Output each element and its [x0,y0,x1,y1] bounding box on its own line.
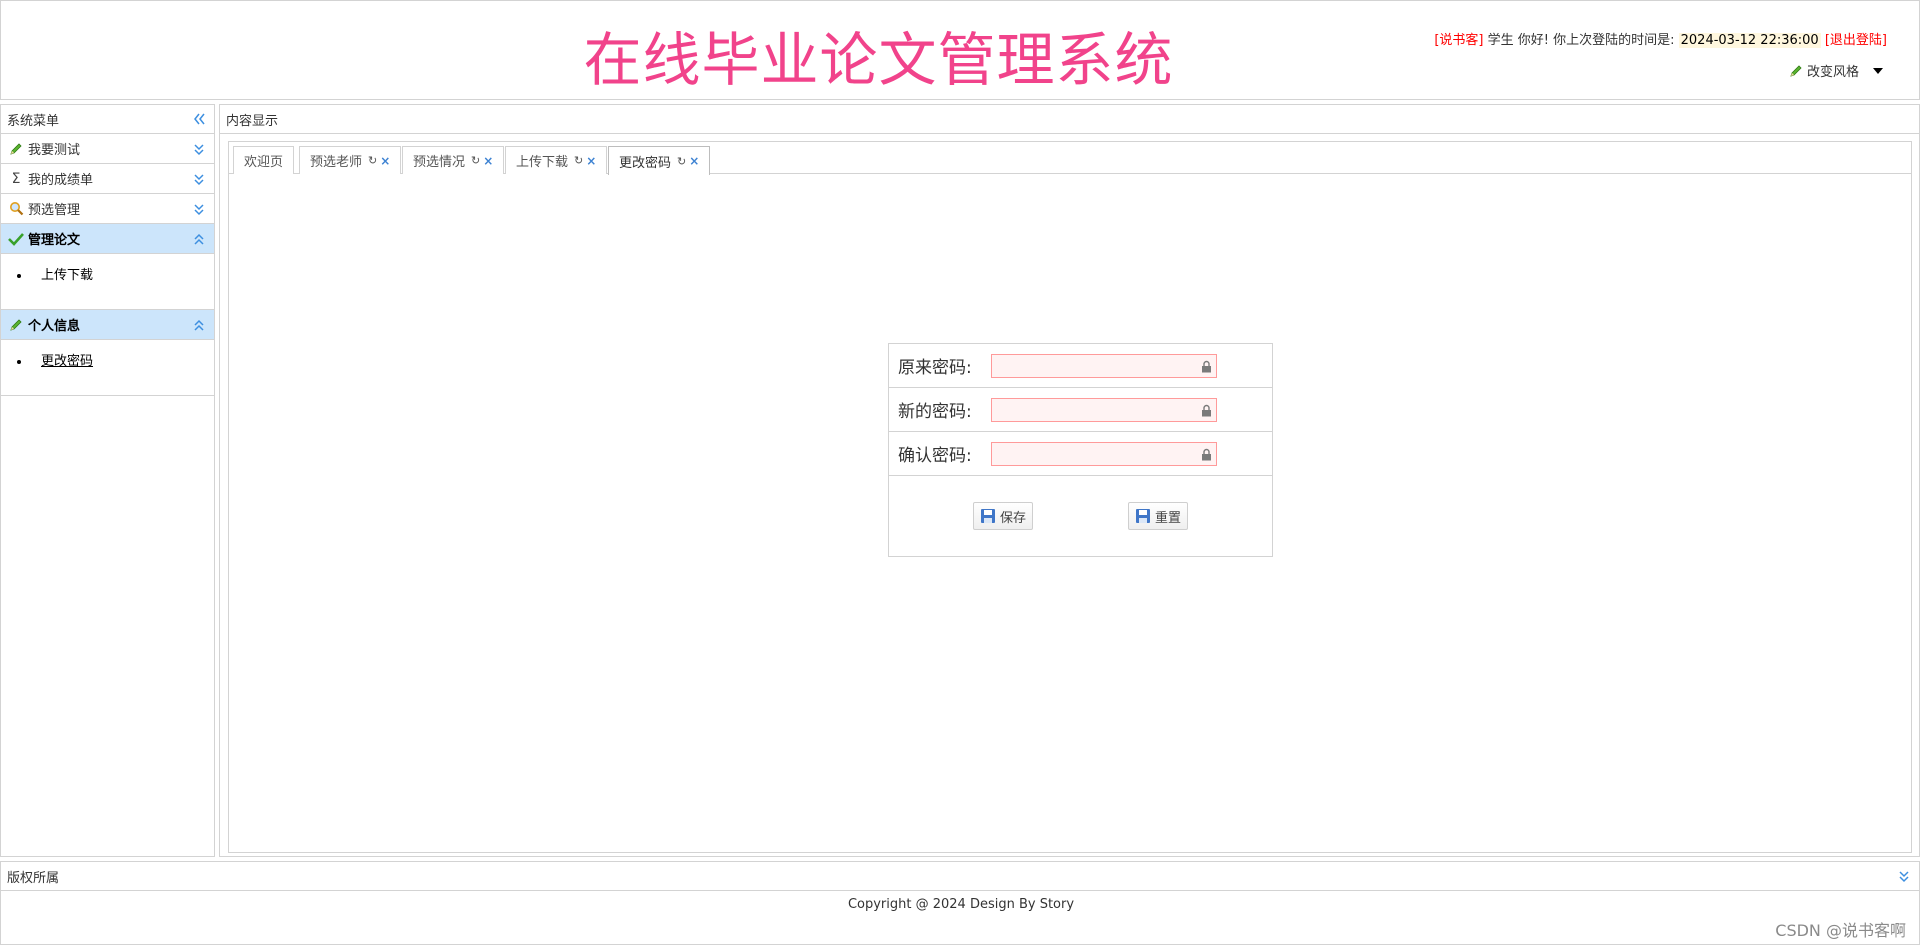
old-password-row: 原来密码: [889,344,1272,388]
header: 在线毕业论文管理系统 [说书客] 学生 你好! 你上次登陆的时间是: 2024-… [0,0,1920,100]
sidebar-item-test[interactable]: 我要测试 [1,134,214,164]
sigma-icon: Σ [11,170,21,187]
tab-preselect-status[interactable]: 预选情况 ↻ × [402,146,505,174]
collapse-up-icon[interactable] [192,317,206,333]
sidebar-item-label: 我的成绩单 [28,173,94,188]
refresh-icon[interactable]: ↻ [471,154,480,167]
last-login-time: 2024-03-12 22:36:00 [1678,33,1821,48]
refresh-icon[interactable]: ↻ [677,155,686,168]
copyright-text: Copyright @ 2024 Design By Story [847,897,1075,912]
floppy-icon [980,509,995,523]
close-icon[interactable]: × [483,154,493,168]
system-title: 在线毕业论文管理系统 [583,26,1174,94]
footer: 版权所属 Copyright @ 2024 Design By Story [0,861,1920,945]
submenu-item-upload[interactable]: 上传下载 [31,266,214,312]
sidebar-header: 系统菜单 [1,105,214,134]
submenu-link[interactable]: 上传下载 [41,268,93,283]
old-password-label: 原来密码: [898,358,972,378]
sidebar-item-thesis[interactable]: 管理论文 [1,224,214,254]
sidebar-title: 系统菜单 [7,113,60,129]
tab-label: 预选老师 [310,155,363,170]
sidebar: 系统菜单 我要测试 Σ 我的成绩单 预选管理 管理论文 上传下载 [0,104,215,857]
expand-down-icon[interactable] [192,141,206,157]
user-info: [说书客] 学生 你好! 你上次登陆的时间是: 2024-03-12 22:36… [1434,29,1887,48]
tab-label: 欢迎页 [244,155,284,170]
submenu-item-change-password[interactable]: 更改密码 [31,352,214,398]
floppy-icon [1136,509,1150,523]
check-icon [8,231,24,247]
main-header: 内容显示 [220,105,1919,134]
save-label: 保存 [999,510,1026,526]
sidebar-item-label: 个人信息 [28,319,81,334]
lock-icon [1202,404,1211,416]
main-panel: 内容显示 欢迎页 预选老师 ↻ × 预选情况 ↻ × 上传下载 ↻ × 更改密码… [219,104,1920,857]
sidebar-item-grades[interactable]: Σ 我的成绩单 [1,164,214,194]
greeting-text: 学生 你好! 你上次登陆的时间是: [1487,33,1675,48]
confirm-password-field[interactable] [991,441,1217,466]
tab-welcome[interactable]: 欢迎页 [233,146,295,174]
close-icon[interactable]: × [586,154,596,168]
logout-link[interactable]: [退出登陆] [1825,33,1887,48]
lock-icon [1202,360,1211,372]
tab-label: 预选情况 [413,155,466,170]
submenu-link[interactable]: 更改密码 [41,354,93,369]
refresh-icon[interactable]: ↻ [574,154,583,167]
main-title: 内容显示 [226,113,279,129]
tab-label: 上传下载 [516,155,569,170]
pencil-icon [8,141,24,157]
chevron-down-icon [1873,67,1883,74]
pencil-icon [8,317,24,333]
old-password-field[interactable] [991,353,1217,378]
style-switch-label: 改变风格 [1806,65,1859,80]
watermark: CSDN @说书客啊 [1775,921,1906,940]
new-password-field[interactable] [991,397,1217,422]
form-actions: 保存 重置 [889,476,1272,556]
refresh-icon[interactable]: ↻ [368,154,377,167]
new-password-row: 新的密码: [889,388,1272,432]
tab-strip: 欢迎页 预选老师 ↻ × 预选情况 ↻ × 上传下载 ↻ × 更改密码 ↻ × [229,142,1911,175]
sidebar-item-preselect[interactable]: 预选管理 [1,194,214,224]
sidebar-item-label: 预选管理 [28,203,81,218]
pencil-icon [1790,64,1802,77]
footer-title: 版权所属 [7,870,60,886]
collapse-up-icon[interactable] [192,231,206,247]
expand-down-icon[interactable] [192,201,206,217]
style-switch-menu[interactable]: 改变风格 [1789,61,1883,80]
footer-header: 版权所属 [1,862,1919,891]
sidebar-item-label: 我要测试 [28,143,81,158]
collapse-left-icon[interactable] [192,111,206,127]
reset-button[interactable]: 重置 [1128,502,1189,530]
new-password-label: 新的密码: [898,402,972,422]
sidebar-item-label: 管理论文 [28,233,81,248]
close-icon[interactable]: × [689,154,699,168]
save-button[interactable]: 保存 [972,502,1033,530]
user-name: [说书客] [1434,33,1484,48]
lock-icon [1202,448,1211,460]
profile-submenu: 更改密码 [1,340,214,396]
tab-preselect-teacher[interactable]: 预选老师 ↻ × [299,146,402,174]
confirm-password-row: 确认密码: [889,432,1272,476]
tab-label: 更改密码 [619,155,672,171]
change-password-form: 原来密码: 新的密码: 确认密码: 保存 重置 [888,343,1273,557]
magnifier-icon [8,201,24,217]
confirm-password-label: 确认密码: [898,446,972,466]
reset-label: 重置 [1155,510,1182,526]
expand-down-icon[interactable] [192,171,206,187]
tab-change-password[interactable]: 更改密码 ↻ × [608,146,711,175]
expand-down-icon[interactable] [1897,868,1911,884]
tab-upload-download[interactable]: 上传下载 ↻ × [505,146,608,174]
close-icon[interactable]: × [380,154,390,168]
thesis-submenu: 上传下载 [1,254,214,310]
sidebar-item-profile[interactable]: 个人信息 [1,310,214,340]
